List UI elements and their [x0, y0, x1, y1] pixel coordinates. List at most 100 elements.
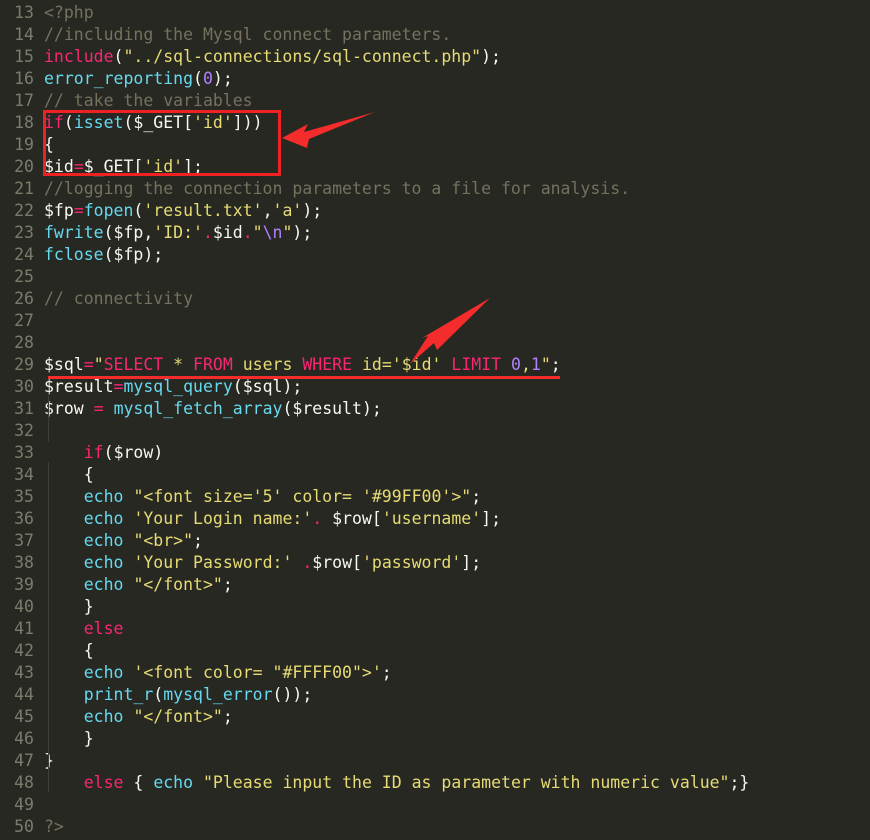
line-content[interactable]: //including the Mysql connect parameters… — [44, 24, 870, 46]
line-number: 27 — [14, 311, 34, 330]
line-number: 39 — [14, 575, 34, 594]
code-line[interactable]: 20 $id=$_GET['id']; — [0, 156, 870, 178]
code-line[interactable]: 39 echo "</font>"; — [0, 574, 870, 596]
line-content[interactable]: } — [44, 596, 870, 618]
line-content[interactable]: } — [44, 750, 870, 772]
line-content[interactable]: { — [44, 464, 870, 486]
line-content[interactable]: //logging the connection parameters to a… — [44, 178, 870, 200]
line-content[interactable]: fwrite($fp,'ID:'.$id."\n"); — [44, 222, 870, 244]
line-content[interactable]: echo "</font>"; — [44, 574, 870, 596]
code-line[interactable]: 50 ?> — [0, 816, 870, 838]
line-content[interactable]: echo 'Your Password:' .$row['password']; — [44, 552, 870, 574]
line-number: 13 — [14, 3, 34, 22]
code-line[interactable]: 33 if($row) — [0, 442, 870, 464]
code-line[interactable]: 49 — [0, 794, 870, 816]
line-number: 21 — [14, 179, 34, 198]
line-number: 36 — [14, 509, 34, 528]
code-line[interactable]: 24 fclose($fp); — [0, 244, 870, 266]
line-content[interactable]: $sql="SELECT * FROM users WHERE id='$id'… — [44, 354, 870, 376]
line-content[interactable]: } — [44, 728, 870, 750]
line-number: 35 — [14, 487, 34, 506]
code-editor[interactable]: 13 <?php 14 //including the Mysql connec… — [0, 0, 870, 840]
code-line[interactable]: 38 echo 'Your Password:' .$row['password… — [0, 552, 870, 574]
line-number: 31 — [14, 399, 34, 418]
line-content[interactable] — [44, 332, 870, 354]
line-content[interactable]: $result=mysql_query($sql); — [44, 376, 870, 398]
code-line[interactable]: 46 } — [0, 728, 870, 750]
line-content[interactable]: else { echo "Please input the ID as para… — [44, 772, 870, 794]
code-line[interactable]: 35 echo "<font size='5' color= '#99FF00'… — [0, 486, 870, 508]
line-content[interactable]: $id=$_GET['id']; — [44, 156, 870, 178]
code-line[interactable]: 13 <?php — [0, 2, 870, 24]
code-line[interactable]: 29 $sql="SELECT * FROM users WHERE id='$… — [0, 354, 870, 376]
code-line[interactable]: 45 echo "</font>"; — [0, 706, 870, 728]
code-lines-container[interactable]: 13 <?php 14 //including the Mysql connec… — [0, 0, 870, 838]
line-content[interactable]: echo 'Your Login name:'. $row['username'… — [44, 508, 870, 530]
line-content[interactable]: if($row) — [44, 442, 870, 464]
code-line[interactable]: 23 fwrite($fp,'ID:'.$id."\n"); — [0, 222, 870, 244]
line-number: 49 — [14, 795, 34, 814]
line-number: 28 — [14, 333, 34, 352]
code-line[interactable]: 34 { — [0, 464, 870, 486]
line-content[interactable] — [44, 794, 870, 816]
line-content[interactable]: <?php — [44, 2, 870, 24]
line-content[interactable]: fclose($fp); — [44, 244, 870, 266]
code-line[interactable]: 37 echo "<br>"; — [0, 530, 870, 552]
line-content[interactable]: else — [44, 618, 870, 640]
code-line[interactable]: 28 — [0, 332, 870, 354]
line-content[interactable]: echo "</font>"; — [44, 706, 870, 728]
line-number: 24 — [14, 245, 34, 264]
line-content[interactable]: // connectivity — [44, 288, 870, 310]
line-number: 48 — [14, 773, 34, 792]
code-line[interactable]: 43 echo '<font color= "#FFFF00">'; — [0, 662, 870, 684]
code-line[interactable]: 40 } — [0, 596, 870, 618]
line-content[interactable]: include("../sql-connections/sql-connect.… — [44, 46, 870, 68]
line-number: 16 — [14, 69, 34, 88]
code-line[interactable]: 27 — [0, 310, 870, 332]
code-line[interactable]: 22 $fp=fopen('result.txt','a'); — [0, 200, 870, 222]
code-line[interactable]: 26 // connectivity — [0, 288, 870, 310]
line-content[interactable] — [44, 310, 870, 332]
line-content[interactable]: error_reporting(0); — [44, 68, 870, 90]
code-line[interactable]: 42 { — [0, 640, 870, 662]
line-number: 26 — [14, 289, 34, 308]
line-content[interactable]: echo "<br>"; — [44, 530, 870, 552]
code-line[interactable]: 15 include("../sql-connections/sql-conne… — [0, 46, 870, 68]
line-content[interactable]: // take the variables — [44, 90, 870, 112]
code-line[interactable]: 32 — [0, 420, 870, 442]
line-content[interactable]: echo '<font color= "#FFFF00">'; — [44, 662, 870, 684]
line-number: 32 — [14, 421, 34, 440]
line-number: 18 — [14, 113, 34, 132]
line-content[interactable]: { — [44, 134, 870, 156]
code-line[interactable]: 16 error_reporting(0); — [0, 68, 870, 90]
line-content[interactable]: { — [44, 640, 870, 662]
line-content[interactable]: print_r(mysql_error()); — [44, 684, 870, 706]
line-number: 42 — [14, 641, 34, 660]
line-content[interactable]: if(isset($_GET['id'])) — [44, 112, 870, 134]
line-content[interactable]: $row = mysql_fetch_array($result); — [44, 398, 870, 420]
code-line[interactable]: 47 } — [0, 750, 870, 772]
line-content[interactable]: echo "<font size='5' color= '#99FF00'>"; — [44, 486, 870, 508]
code-line[interactable]: 44 print_r(mysql_error()); — [0, 684, 870, 706]
line-content[interactable]: ?> — [44, 816, 870, 838]
line-content[interactable] — [44, 266, 870, 288]
code-line[interactable]: 48 else { echo "Please input the ID as p… — [0, 772, 870, 794]
code-line[interactable]: 36 echo 'Your Login name:'. $row['userna… — [0, 508, 870, 530]
code-line[interactable]: 31 $row = mysql_fetch_array($result); — [0, 398, 870, 420]
line-number: 33 — [14, 443, 34, 462]
line-content[interactable] — [44, 420, 870, 442]
indent-guide — [48, 462, 49, 792]
code-line[interactable]: 25 — [0, 266, 870, 288]
code-line[interactable]: 19 { — [0, 134, 870, 156]
code-line[interactable]: 41 else — [0, 618, 870, 640]
line-content[interactable]: $fp=fopen('result.txt','a'); — [44, 200, 870, 222]
code-line[interactable]: 17 // take the variables — [0, 90, 870, 112]
line-number: 34 — [14, 465, 34, 484]
line-number: 38 — [14, 553, 34, 572]
line-number: 19 — [14, 135, 34, 154]
code-line[interactable]: 30 $result=mysql_query($sql); — [0, 376, 870, 398]
code-line[interactable]: 14 //including the Mysql connect paramet… — [0, 24, 870, 46]
code-line[interactable]: 21 //logging the connection parameters t… — [0, 178, 870, 200]
line-number: 20 — [14, 157, 34, 176]
code-line[interactable]: 18 if(isset($_GET['id'])) — [0, 112, 870, 134]
